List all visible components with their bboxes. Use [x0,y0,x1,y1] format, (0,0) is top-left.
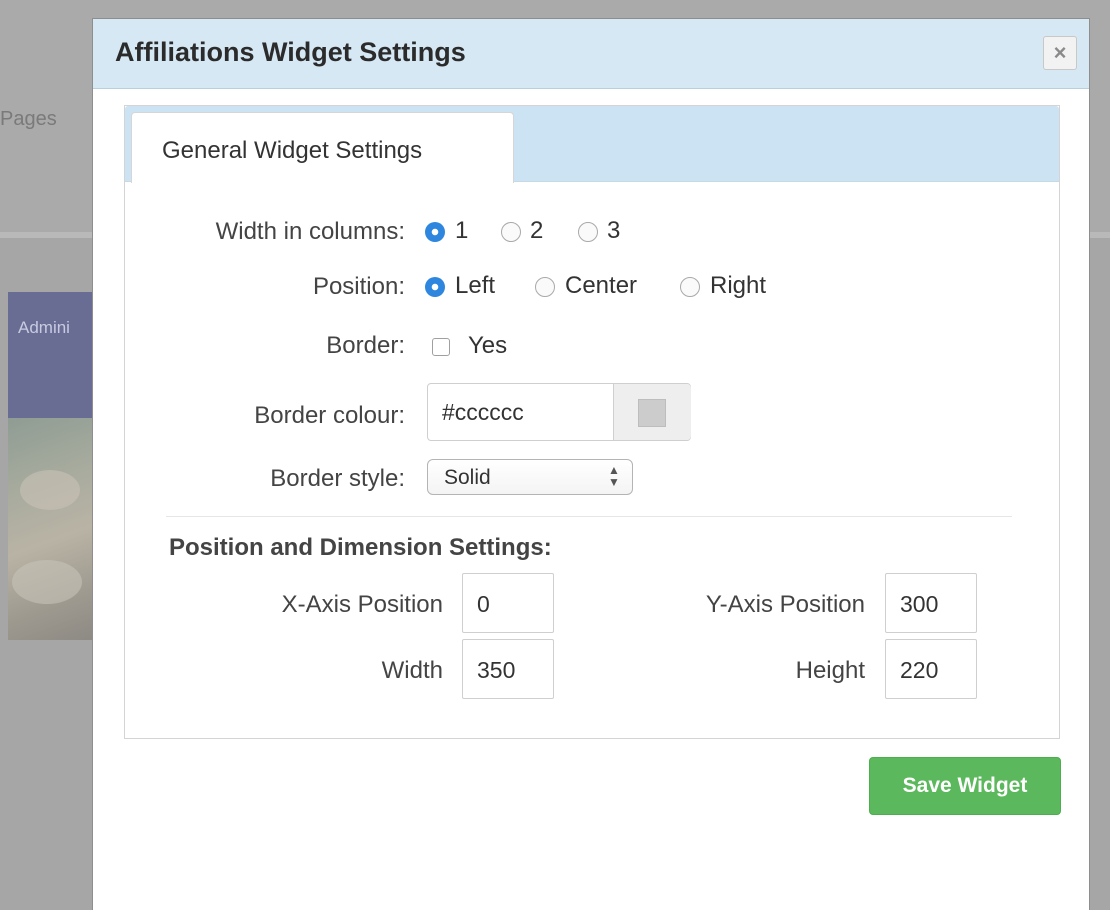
settings-panel: General Widget Settings Width in columns… [124,105,1060,739]
background-admin-text: Admini [18,318,70,337]
x-axis-input[interactable]: 0 [462,573,554,633]
border-checkbox[interactable] [432,338,450,356]
background-nav-pages: Pages [0,108,57,130]
modal-header: Affiliations Widget Settings × [93,19,1089,89]
border-style-value: Solid [444,466,491,489]
background-admin-bar [8,292,93,418]
width-radio-3[interactable] [578,222,598,242]
color-swatch-icon [638,399,666,427]
y-axis-input[interactable]: 300 [885,573,977,633]
width-value: 350 [477,657,516,683]
width-option-2-label: 2 [530,217,544,244]
background-photo [8,418,93,640]
width-input[interactable]: 350 [462,639,554,699]
width-option-1-label: 1 [455,217,469,244]
border-colour-label: Border colour: [254,402,405,429]
width-option-3-label: 3 [607,217,621,244]
border-yes-label: Yes [468,332,508,359]
position-radio-right[interactable] [680,277,700,297]
position-dimension-section-title: Position and Dimension Settings: [169,534,552,561]
close-button[interactable]: × [1043,36,1077,70]
background-photo-detail [20,470,80,510]
width-columns-label: Width in columns: [215,218,405,245]
border-colour-input-group: #cccccc [427,383,691,441]
height-label: Height [795,657,865,684]
section-divider [166,516,1012,517]
modal-title: Affiliations Widget Settings [115,37,466,67]
position-radio-left[interactable] [425,277,445,297]
color-picker-button[interactable] [613,384,691,440]
height-value: 220 [900,657,939,683]
width-label: Width [381,657,443,684]
border-colour-input[interactable]: #cccccc [442,399,524,426]
x-axis-label: X-Axis Position [281,591,443,618]
y-axis-value: 300 [900,591,939,617]
tab-bar: General Widget Settings [125,106,1059,183]
select-arrows-icon: ▲ ▼ [608,463,620,489]
width-radio-1[interactable] [425,222,445,242]
border-label: Border: [326,332,405,359]
tab-general-widget-settings[interactable]: General Widget Settings [131,112,514,183]
widget-settings-modal: Affiliations Widget Settings × General W… [92,18,1090,910]
position-option-center-label: Center [565,272,638,299]
position-option-right-label: Right [710,272,767,299]
border-style-label: Border style: [270,465,405,492]
close-icon: × [1053,40,1067,65]
background-photo-detail [12,560,82,604]
y-axis-label: Y-Axis Position [705,591,865,618]
position-label: Position: [312,273,405,300]
border-style-select[interactable]: Solid ▲ ▼ [427,459,633,495]
height-input[interactable]: 220 [885,639,977,699]
position-radio-center[interactable] [535,277,555,297]
x-axis-value: 0 [477,591,490,617]
position-option-left-label: Left [455,272,496,299]
save-widget-button[interactable]: Save Widget [869,757,1061,815]
width-radio-2[interactable] [501,222,521,242]
